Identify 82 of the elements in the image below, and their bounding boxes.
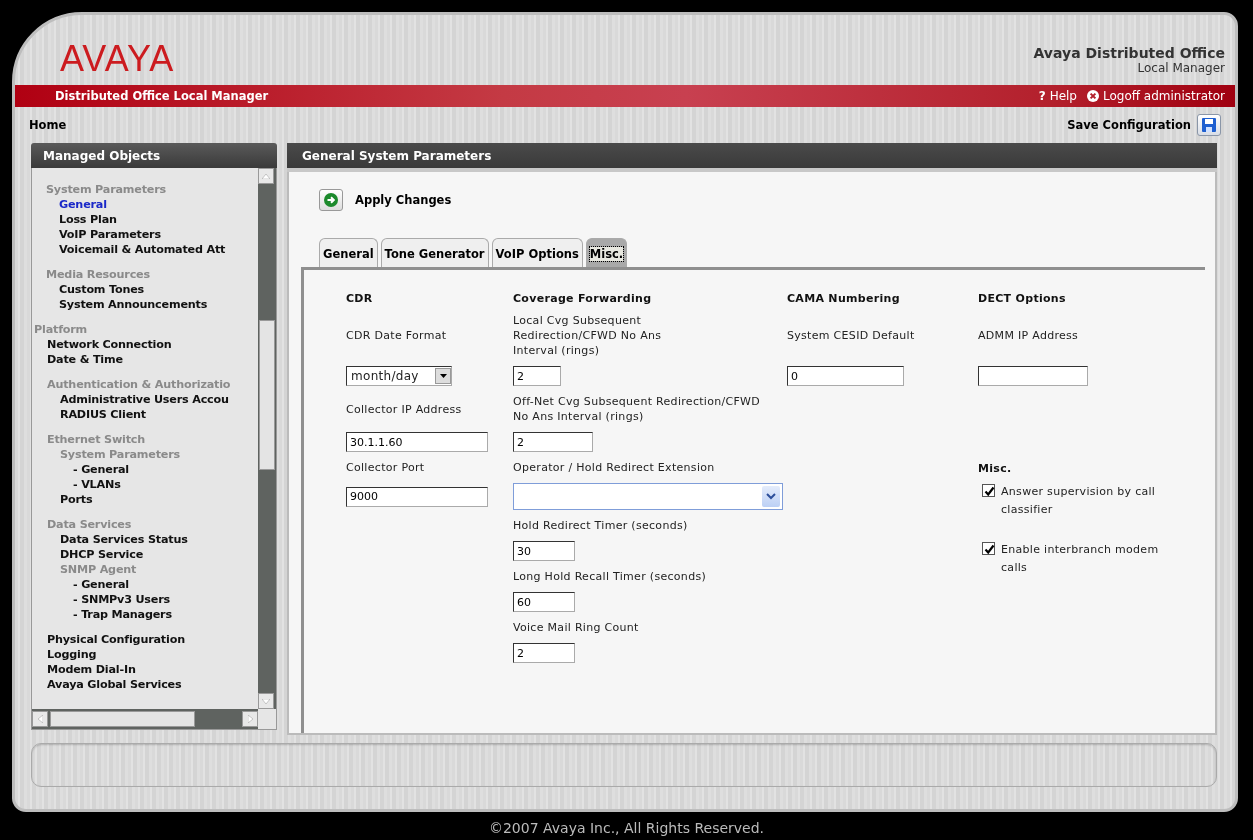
tab[interactable]: General bbox=[319, 238, 378, 267]
nav-link[interactable]: Network Connection bbox=[32, 337, 172, 352]
input-field[interactable]: 2 bbox=[513, 643, 575, 663]
input-field[interactable]: 2 bbox=[513, 432, 593, 452]
nav-link[interactable]: Voicemail & Automated Att bbox=[32, 242, 226, 257]
tab[interactable]: Tone Generator bbox=[380, 238, 489, 267]
nav-link[interactable]: - Trap Managers bbox=[32, 607, 172, 622]
field-label: Voice Mail Ring Count bbox=[513, 620, 640, 635]
nav-link[interactable]: - General bbox=[32, 577, 129, 592]
checkbox-label: Answer supervision by call classifier bbox=[1001, 484, 1157, 518]
input-field[interactable]: 9000 bbox=[346, 486, 488, 507]
checkbox-label: Enable interbranch modem calls bbox=[1001, 542, 1160, 576]
input-field[interactable] bbox=[978, 366, 1088, 386]
field-label: System CESID Default bbox=[787, 328, 916, 343]
nav-link[interactable]: System Announcements bbox=[32, 297, 208, 312]
apply-button[interactable] bbox=[319, 189, 343, 211]
nav-link[interactable]: Date & Time bbox=[32, 352, 123, 367]
input-field[interactable]: 2 bbox=[513, 366, 561, 386]
nav-link[interactable]: VoIP Parameters bbox=[32, 227, 161, 242]
nav-link[interactable]: General bbox=[32, 197, 107, 212]
nav-link[interactable]: Custom Tones bbox=[32, 282, 145, 297]
panel-title: Managed Objects bbox=[43, 148, 161, 163]
input-field[interactable]: 30 bbox=[513, 541, 575, 561]
field-label: Off-Net Cvg Subsequent Redirection/CFWD No Ans Interval (rings) bbox=[513, 394, 762, 424]
field-label: ADMM IP Address bbox=[978, 328, 1080, 343]
field-label: Operator / Hold Redirect Extension bbox=[513, 460, 716, 475]
logo: AVAYA bbox=[60, 35, 175, 81]
horizontal-scrollbar[interactable] bbox=[32, 709, 258, 729]
caret-icon bbox=[439, 374, 447, 378]
section-heading: CDR bbox=[346, 292, 374, 305]
nav-link[interactable]: Physical Configuration bbox=[32, 632, 185, 647]
nav-link[interactable]: RADIUS Client bbox=[32, 407, 146, 422]
tab[interactable]: Misc. bbox=[585, 238, 628, 267]
dropdown[interactable]: month/day bbox=[346, 366, 452, 386]
field-label: Long Hold Recall Timer (seconds) bbox=[513, 569, 708, 584]
product-title: Avaya Distributed Office bbox=[1033, 45, 1225, 61]
section-heading: CAMA Numbering bbox=[787, 292, 901, 305]
nav-link[interactable]: - General bbox=[32, 462, 129, 477]
field-label: Hold Redirect Timer (seconds) bbox=[513, 518, 689, 533]
nav-link[interactable]: DHCP Service bbox=[32, 547, 144, 562]
close-circle-icon bbox=[1087, 90, 1099, 102]
tab[interactable]: VoIP Options bbox=[491, 238, 583, 267]
chevron-down-icon bbox=[766, 493, 776, 500]
arrow-icon bbox=[324, 193, 338, 207]
product-subtitle: Local Manager bbox=[1136, 61, 1225, 75]
breadcrumb[interactable]: Home bbox=[29, 118, 67, 132]
nav-link[interactable]: Loss Plan bbox=[32, 212, 117, 227]
scrollbar-thumb[interactable] bbox=[259, 320, 275, 470]
nav-link[interactable]: Administrative Users Accou bbox=[32, 392, 229, 407]
apply-changes-label[interactable]: Apply Changes bbox=[355, 193, 452, 207]
section-heading: Coverage Forwarding bbox=[513, 292, 653, 305]
save-button[interactable] bbox=[1197, 114, 1221, 136]
nav-link[interactable]: Data Services Status bbox=[32, 532, 188, 547]
section-heading: Misc. bbox=[978, 462, 1013, 475]
logoff-link[interactable]: Logoff administrator bbox=[1087, 89, 1225, 103]
nav-link[interactable]: Avaya Global Services bbox=[32, 677, 182, 692]
help-icon: ? bbox=[1038, 89, 1046, 103]
input-field[interactable]: 60 bbox=[513, 592, 575, 612]
checkbox[interactable] bbox=[982, 484, 995, 497]
input-field[interactable]: 0 bbox=[787, 366, 904, 386]
check-icon bbox=[984, 544, 995, 555]
section-heading: DECT Options bbox=[978, 292, 1067, 305]
nav-link[interactable]: Modem Dial-In bbox=[32, 662, 136, 677]
nav-link[interactable]: Logging bbox=[32, 647, 97, 662]
vertical-scrollbar[interactable] bbox=[258, 168, 276, 709]
input-field[interactable]: 30.1.1.60 bbox=[346, 432, 488, 452]
combo-box[interactable] bbox=[513, 483, 783, 510]
field-label: Local Cvg Subsequent Redirection/CFWD No Ans Interval (rings) bbox=[513, 313, 663, 358]
field-label: Collector Port bbox=[346, 460, 426, 475]
checkbox[interactable] bbox=[982, 542, 995, 555]
nav-link[interactable]: Ports bbox=[32, 492, 93, 507]
panel-title: General System Parameters bbox=[302, 148, 492, 163]
check-icon bbox=[984, 486, 995, 497]
copyright-text: ©2007 Avaya Inc., All Rights Reserved. bbox=[488, 820, 765, 836]
scrollbar-thumb[interactable] bbox=[50, 711, 195, 727]
save-configuration-label: Save Configuration bbox=[1067, 118, 1191, 132]
help-link[interactable]: ? Help bbox=[1038, 89, 1077, 103]
field-label: CDR Date Format bbox=[346, 328, 448, 343]
nav-link[interactable]: - VLANs bbox=[32, 477, 121, 492]
app-title: Distributed Office Local Manager bbox=[55, 89, 270, 103]
field-label: Collector IP Address bbox=[346, 401, 463, 417]
nav-link[interactable]: - SNMPv3 Users bbox=[32, 592, 170, 607]
